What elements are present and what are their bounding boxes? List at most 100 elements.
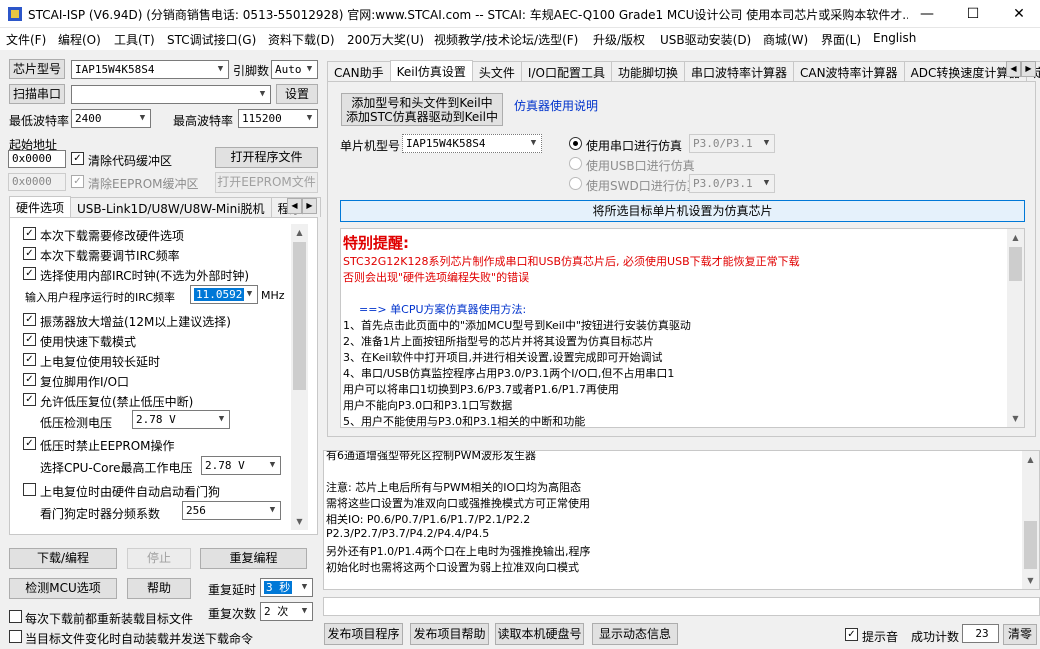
menu-interface[interactable]: 界面(L) <box>821 31 861 48</box>
uart-emulation-radio[interactable] <box>569 137 582 150</box>
tab-scroll-left[interactable]: ◀ <box>287 198 302 214</box>
tab-pin-switch[interactable]: 功能脚切换 <box>610 61 685 81</box>
help-button[interactable]: 帮助 <box>127 578 191 599</box>
min-baud-select[interactable]: 2400 ▼ <box>71 109 151 128</box>
tab-keil-emulation[interactable]: Keil仿真设置 <box>389 60 473 81</box>
settings-button[interactable]: 设置 <box>276 84 318 104</box>
clear-code-checkbox[interactable]: ✓ <box>71 152 84 165</box>
show-dynamic-info-button[interactable]: 显示动态信息 <box>592 623 678 645</box>
opt3-checkbox[interactable]: ✓ <box>23 267 36 280</box>
output-log[interactable]: 有6通道增强型带死区控制PWM波形发生器 注意: 芯片上电后所有与PWM相关的I… <box>323 450 1040 590</box>
opt10-checkbox[interactable] <box>23 483 36 496</box>
menu-usb-driver[interactable]: USB驱动安装(D) <box>660 31 751 48</box>
chip-model-select[interactable]: IAP15W4K58S4 ▼ <box>71 60 229 79</box>
add-to-keil-button[interactable]: 添加型号和头文件到Keil中 添加STC仿真器驱动到Keil中 <box>341 93 503 126</box>
minimize-button[interactable]: — <box>904 0 950 28</box>
log-line: P2.3/P2.7/P3.7/P4.2/P4.4/P4.5 <box>326 527 490 540</box>
scroll-up-icon[interactable]: ▲ <box>291 224 308 241</box>
beep-checkbox[interactable]: ✓ <box>845 628 858 641</box>
repeat-program-button[interactable]: 重复编程 <box>200 548 307 569</box>
chevron-down-icon: ▼ <box>301 606 308 616</box>
download-program-button[interactable]: 下载/编程 <box>9 548 117 569</box>
opt8-checkbox[interactable]: ✓ <box>23 393 36 406</box>
auto-reload-checkbox[interactable] <box>9 630 22 643</box>
reload-before-download-checkbox[interactable] <box>9 610 22 623</box>
stop-button[interactable]: 停止 <box>127 548 191 569</box>
chip-model-button[interactable]: 芯片型号 <box>9 59 65 79</box>
usb-emulation-radio[interactable] <box>569 157 582 170</box>
publish-help-button[interactable]: 发布项目帮助 <box>410 623 489 645</box>
repeat-delay-select[interactable]: 3 秒 ▼ <box>260 578 313 597</box>
publish-project-button[interactable]: 发布项目程序 <box>324 623 403 645</box>
open-program-file-button[interactable]: 打开程序文件 <box>215 147 318 168</box>
instructions-scrollbar[interactable]: ▲ ▼ <box>1007 229 1024 427</box>
menu-debug[interactable]: STC调试接口(G) <box>167 31 256 48</box>
scroll-up-icon[interactable]: ▲ <box>1022 451 1039 468</box>
tab-can-helper[interactable]: CAN助手 <box>327 61 391 81</box>
opt7-checkbox[interactable]: ✓ <box>23 373 36 386</box>
tab-can-baud[interactable]: CAN波特率计算器 <box>792 61 905 81</box>
tab-io-config[interactable]: I/O口配置工具 <box>520 61 612 81</box>
scan-port-button[interactable]: 扫描串口 <box>9 84 65 104</box>
eeprom-address-input[interactable]: 0x0000 <box>8 173 66 191</box>
scroll-down-icon[interactable]: ▼ <box>1022 572 1039 589</box>
status-input[interactable] <box>323 597 1040 616</box>
max-baud-select[interactable]: 115200 ▼ <box>238 109 318 128</box>
scroll-thumb[interactable] <box>1009 247 1022 281</box>
opt4-label: 振荡器放大增益(12M以上建议选择) <box>40 315 231 329</box>
opt9-label: 低压时禁止EEPROM操作 <box>40 439 175 453</box>
scroll-thumb[interactable] <box>293 242 306 390</box>
menu-upgrade[interactable]: 升级/版权 <box>593 31 645 48</box>
chip-model-value: IAP15W4K58S4 <box>75 63 155 76</box>
menu-tools[interactable]: 工具(T) <box>114 31 155 48</box>
irc-frequency-select[interactable]: 11.0592 ▼ <box>190 285 258 304</box>
uart-pin-select[interactable]: P3.0/P3.1 ▼ <box>689 134 775 153</box>
watchdog-select[interactable]: 256 ▼ <box>182 501 281 520</box>
min-baud-label: 最低波特率 <box>9 114 70 128</box>
tab-usb-link[interactable]: USB-Link1D/U8W/U8W-Mini脱机 <box>70 197 272 217</box>
menu-prize[interactable]: 200万大奖(U) <box>347 31 424 48</box>
scroll-down-icon[interactable]: ▼ <box>1007 410 1024 427</box>
tab-hardware-options[interactable]: 硬件选项 <box>9 196 72 217</box>
opt5-checkbox[interactable]: ✓ <box>23 333 36 346</box>
set-target-emulator-button[interactable]: 将所选目标单片机设置为仿真芯片 <box>340 200 1025 222</box>
scroll-thumb[interactable] <box>1024 521 1037 569</box>
right-tab-scroll-left[interactable]: ◀ <box>1006 61 1021 77</box>
maximize-button[interactable]: ☐ <box>950 0 996 28</box>
opt1-checkbox[interactable]: ✓ <box>23 227 36 240</box>
opt9-checkbox[interactable]: ✓ <box>23 437 36 450</box>
hw-options-scrollbar[interactable]: ▲ ▼ <box>291 224 308 530</box>
repeat-count-select[interactable]: 2 次 ▼ <box>260 602 313 621</box>
open-eeprom-file-button[interactable]: 打开EEPROM文件 <box>215 172 318 193</box>
swd-emulation-radio[interactable] <box>569 177 582 190</box>
serial-port-select[interactable]: ▼ <box>71 85 271 104</box>
swd-pin-select[interactable]: P3.0/P3.1 ▼ <box>689 174 775 193</box>
right-tab-scroll-right[interactable]: ▶ <box>1021 61 1036 77</box>
clear-eeprom-checkbox[interactable]: ✓ <box>71 175 84 188</box>
mcu-model-select[interactable]: IAP15W4K58S4 ▼ <box>402 134 542 153</box>
tab-uart-baud[interactable]: 串口波特率计算器 <box>683 61 794 81</box>
menu-program[interactable]: 编程(O) <box>58 31 101 48</box>
low-voltage-select[interactable]: 2.78 V ▼ <box>132 410 230 429</box>
close-button[interactable]: ✕ <box>996 0 1040 28</box>
tab-scroll-right[interactable]: ▶ <box>302 198 317 214</box>
opt6-checkbox[interactable]: ✓ <box>23 353 36 366</box>
menu-download[interactable]: 资料下载(D) <box>268 31 335 48</box>
cpu-voltage-select[interactable]: 2.78 V ▼ <box>201 456 281 475</box>
menu-file[interactable]: 文件(F) <box>6 31 46 48</box>
menu-english[interactable]: English <box>873 31 916 45</box>
menu-shop[interactable]: 商城(W) <box>763 31 808 48</box>
log-scrollbar[interactable]: ▲ ▼ <box>1022 451 1039 589</box>
read-disk-id-button[interactable]: 读取本机硬盘号 <box>495 623 584 645</box>
scroll-up-icon[interactable]: ▲ <box>1007 229 1024 246</box>
detect-mcu-button[interactable]: 检测MCU选项 <box>9 578 117 599</box>
tab-header-file[interactable]: 头文件 <box>471 61 522 81</box>
code-address-input[interactable]: 0x0000 <box>8 150 66 168</box>
menu-video[interactable]: 视频教学/技术论坛/选型(F) <box>434 31 578 48</box>
pin-count-select[interactable]: Auto ▼ <box>271 60 318 79</box>
emulator-help-link[interactable]: 仿真器使用说明 <box>514 97 598 114</box>
clear-count-button[interactable]: 清零 <box>1003 624 1037 645</box>
opt4-checkbox[interactable]: ✓ <box>23 313 36 326</box>
scroll-down-icon[interactable]: ▼ <box>291 513 308 530</box>
opt2-checkbox[interactable]: ✓ <box>23 247 36 260</box>
